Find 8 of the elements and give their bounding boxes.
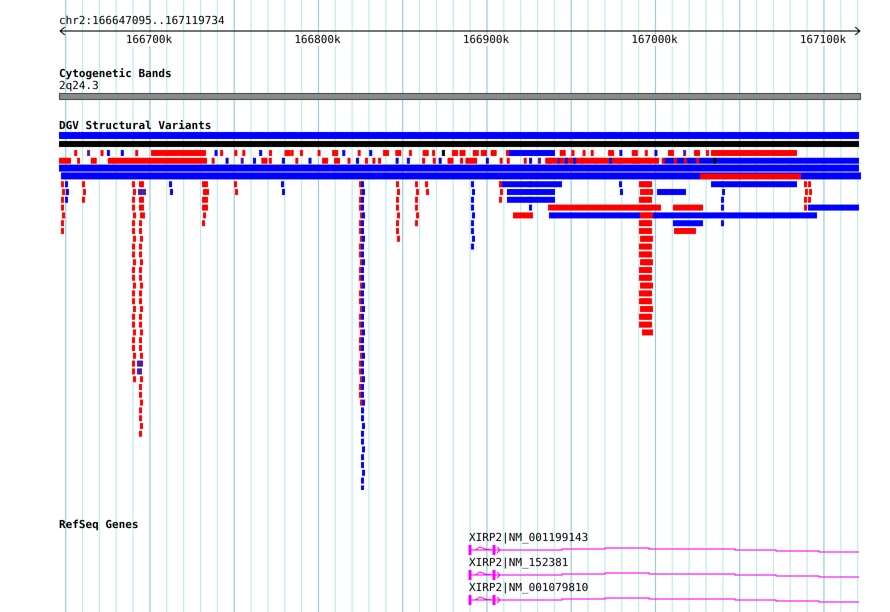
track-title: Cytogenetic Bands xyxy=(59,68,172,80)
location-label: chr2:166647095..167119734 xyxy=(59,14,226,27)
gene-label: XIRP2|NM_001079810 xyxy=(469,581,588,594)
gene-label: XIRP2|NM_001199143 xyxy=(469,531,588,544)
track-title: DGV Structural Variants xyxy=(59,120,212,132)
gene-label: XIRP2|NM_152381 xyxy=(469,556,568,569)
track-title: RefSeq Genes xyxy=(59,519,138,531)
band-label: 2q24.3 xyxy=(59,80,99,92)
